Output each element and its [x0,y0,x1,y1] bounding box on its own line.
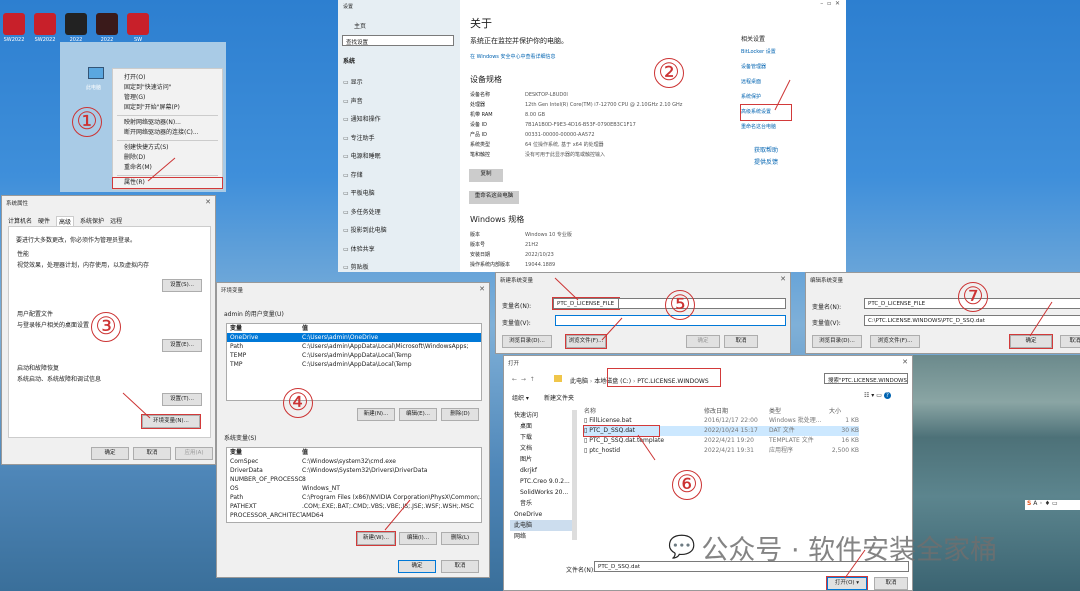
arrow-7 [1029,301,1053,337]
app-icon [96,13,118,35]
desktop-icon-label: SW [133,37,143,43]
arrow-6 [637,434,656,461]
desktop-icon-label: 2022 [69,37,83,43]
desktop-icon-label: SW2022 [34,37,56,43]
annotation-arrows [122,79,1053,579]
desktop-icon[interactable]: 2022 [62,13,90,43]
arrow-5b [601,317,623,341]
arrow-2 [774,79,791,111]
arrow-1 [147,157,176,182]
desktop-icon-label: SW2022 [3,37,25,43]
desktop-icon[interactable]: SW2022 [0,13,28,43]
arrow-5a [554,277,579,301]
watermark: 💬 公众号 · 软件安装全家桶 [668,528,997,567]
app-icon [127,13,149,35]
app-icon [3,13,25,35]
app-icon [34,13,56,35]
desktop-icon[interactable]: 2022 [93,13,121,43]
app-icon [65,13,87,35]
desktop-icon[interactable]: SW2022 [31,13,59,43]
desktop-icon[interactable]: SW [124,13,152,43]
arrow-3 [122,392,151,419]
desktop-icon-label: 2022 [100,37,114,43]
watermark-text: 公众号 · 软件安装全家桶 [701,535,998,566]
wechat-icon: 💬 [668,535,696,560]
arrow-4 [384,499,411,531]
